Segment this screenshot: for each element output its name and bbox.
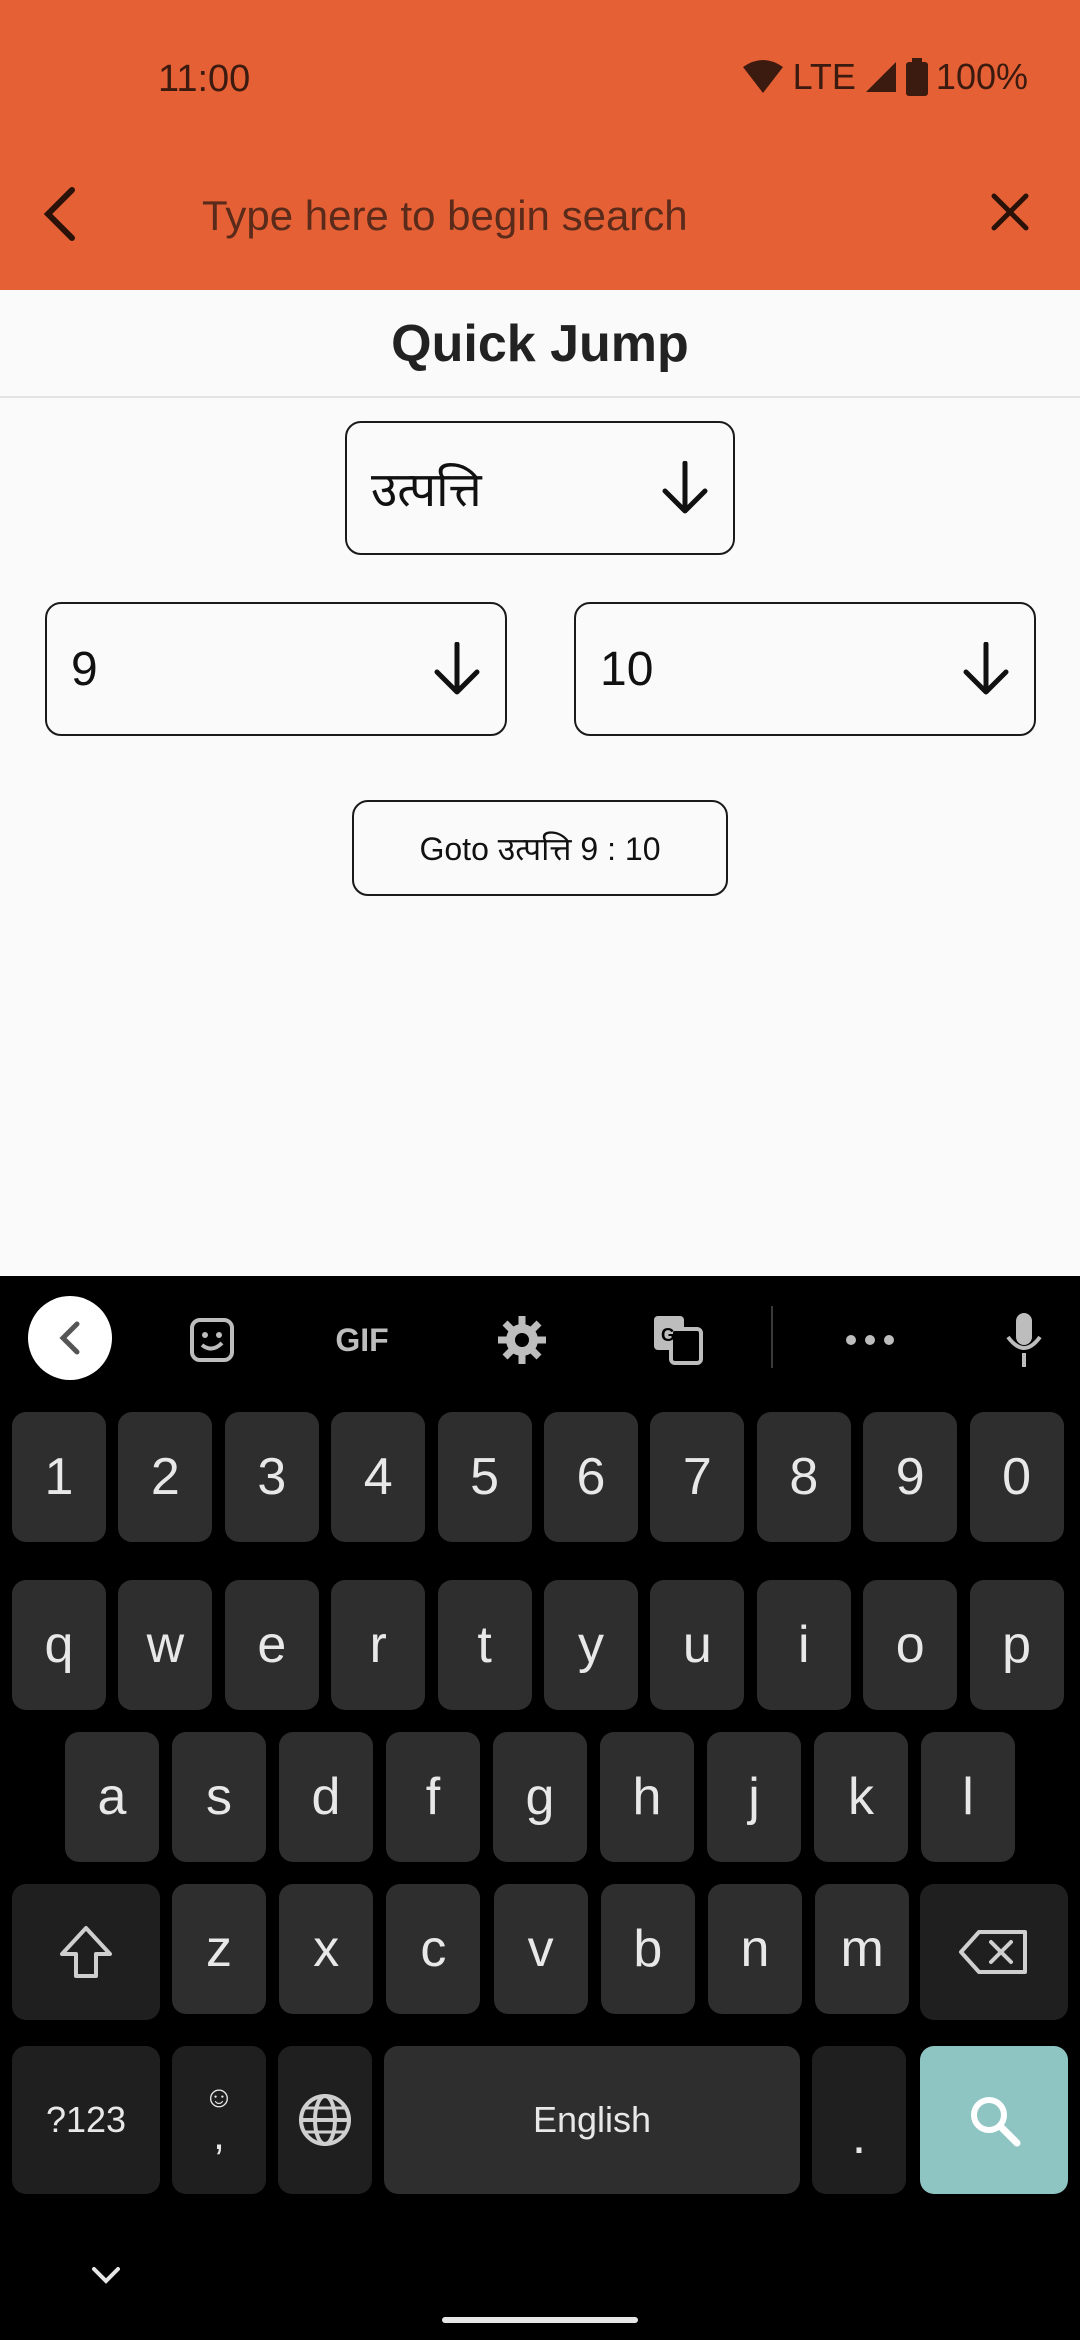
key-d[interactable]: d	[279, 1732, 373, 1862]
search-input[interactable]	[200, 180, 844, 252]
close-icon	[991, 193, 1029, 231]
app-header: 11:00 LTE 100%	[0, 0, 1080, 290]
sticker-button[interactable]	[170, 1298, 254, 1382]
svg-text:G: G	[661, 1325, 675, 1345]
sticker-icon	[190, 1318, 234, 1362]
verse-selected-value: 10	[600, 642, 654, 696]
status-time: 11:00	[158, 58, 251, 100]
backspace-key[interactable]	[920, 1884, 1068, 2020]
hide-keyboard-button[interactable]	[88, 2258, 124, 2294]
gif-button[interactable]: GIF	[322, 1298, 402, 1382]
key-w[interactable]: w	[118, 1580, 213, 1710]
more-options-button[interactable]	[828, 1298, 912, 1382]
key-7[interactable]: 7	[650, 1412, 745, 1542]
key-j[interactable]: j	[707, 1732, 801, 1862]
key-e[interactable]: e	[224, 1580, 319, 1710]
arrow-down-icon	[963, 642, 1009, 695]
key-2[interactable]: 2	[118, 1412, 213, 1542]
shift-key[interactable]	[12, 1884, 160, 2020]
battery-icon	[905, 58, 928, 96]
key-l[interactable]: l	[921, 1732, 1015, 1862]
globe-icon	[299, 2094, 351, 2146]
translate-button[interactable]: G	[636, 1298, 720, 1382]
chevron-down-icon	[92, 2267, 120, 2284]
emoji-icon: ☺	[203, 2081, 235, 2114]
book-selected-value: उत्पत्ति	[371, 463, 482, 517]
key-y[interactable]: y	[544, 1580, 638, 1710]
language-key[interactable]	[278, 2046, 372, 2194]
search-bar	[0, 170, 1080, 260]
shift-icon	[60, 1926, 112, 1978]
back-button[interactable]	[30, 178, 90, 250]
translate-icon: G	[654, 1316, 703, 1365]
gear-icon	[498, 1316, 546, 1364]
key-o[interactable]: o	[863, 1580, 958, 1710]
key-3[interactable]: 3	[224, 1412, 319, 1542]
key-8[interactable]: 8	[756, 1412, 851, 1542]
signal-icon	[864, 60, 898, 94]
backspace-icon	[959, 1930, 1027, 1974]
page-title: Quick Jump	[391, 315, 689, 373]
key-4[interactable]: 4	[331, 1412, 426, 1542]
key-p[interactable]: p	[969, 1580, 1064, 1710]
key-u[interactable]: u	[650, 1580, 745, 1710]
key-s[interactable]: s	[172, 1732, 266, 1862]
key-g[interactable]: g	[493, 1732, 587, 1862]
chapter-selected-value: 9	[71, 642, 98, 696]
clear-search-button[interactable]	[980, 182, 1040, 242]
key-v[interactable]: v	[493, 1884, 588, 2014]
soft-keyboard: GIF G ?123 ☺ , English . 1234567890 qwert…	[0, 1276, 1080, 2340]
key-a[interactable]: a	[65, 1732, 159, 1862]
key-c[interactable]: c	[386, 1884, 481, 2014]
key-1[interactable]: 1	[12, 1412, 106, 1542]
arrow-down-icon	[662, 461, 708, 514]
key-n[interactable]: n	[708, 1884, 802, 2014]
settings-button[interactable]	[480, 1298, 564, 1382]
status-icons: LTE 100%	[741, 56, 1028, 98]
chapter-dropdown[interactable]: 9	[45, 602, 507, 736]
search-icon	[971, 2097, 1021, 2147]
search-key[interactable]	[920, 2046, 1068, 2194]
key-0[interactable]: 0	[969, 1412, 1064, 1542]
toolbar-divider	[771, 1306, 773, 1368]
key-z[interactable]: z	[172, 1884, 266, 2014]
key-t[interactable]: t	[437, 1580, 532, 1710]
home-indicator[interactable]	[442, 2317, 638, 2323]
key-q[interactable]: q	[12, 1580, 106, 1710]
key-r[interactable]: r	[331, 1580, 426, 1710]
keyboard-toolbar: GIF G	[0, 1276, 1080, 1396]
key-h[interactable]: h	[600, 1732, 694, 1862]
key-i[interactable]: i	[756, 1580, 851, 1710]
book-dropdown[interactable]: उत्पत्ति	[345, 421, 735, 555]
microphone-icon	[1006, 1313, 1042, 1367]
chevron-left-icon	[59, 1321, 80, 1355]
wifi-icon	[741, 59, 785, 95]
key-f[interactable]: f	[386, 1732, 480, 1862]
key-9[interactable]: 9	[863, 1412, 958, 1542]
battery-percent: 100%	[935, 56, 1028, 97]
key-m[interactable]: m	[815, 1884, 910, 2014]
network-type: LTE	[792, 56, 856, 97]
more-horizontal-icon	[846, 1335, 894, 1345]
goto-button[interactable]: Goto उत्पत्ति 9 : 10	[352, 800, 728, 896]
key-6[interactable]: 6	[544, 1412, 638, 1542]
space-key[interactable]: English	[384, 2046, 800, 2194]
collapse-toolbar-button[interactable]	[28, 1296, 112, 1380]
key-x[interactable]: x	[279, 1884, 374, 2014]
voice-input-button[interactable]	[982, 1298, 1066, 1382]
symbols-key[interactable]: ?123	[12, 2046, 160, 2194]
comma-label: ,	[213, 2111, 225, 2158]
verse-dropdown[interactable]: 10	[574, 602, 1036, 736]
key-k[interactable]: k	[814, 1732, 908, 1862]
key-5[interactable]: 5	[437, 1412, 532, 1542]
back-arrow-icon	[43, 187, 75, 241]
emoji-comma-key[interactable]: ☺ ,	[172, 2046, 266, 2194]
quick-jump-header: Quick Jump	[0, 290, 1080, 398]
arrow-down-icon	[434, 642, 480, 695]
key-b[interactable]: b	[600, 1884, 695, 2014]
period-key[interactable]: .	[812, 2046, 906, 2194]
